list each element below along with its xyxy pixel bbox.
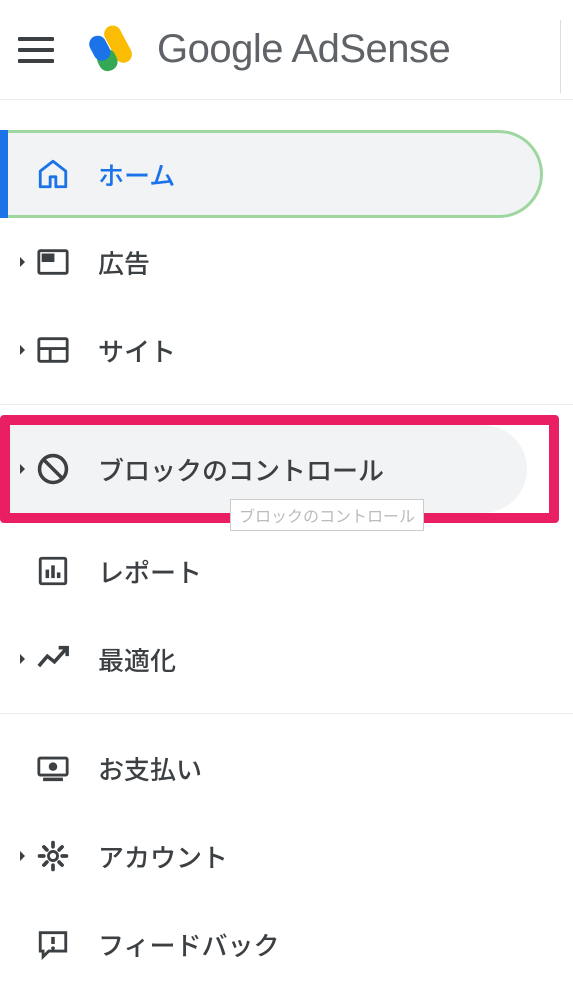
expand-caret-icon[interactable] — [18, 850, 28, 862]
nav-blocking-label: ブロックのコントロール — [98, 451, 384, 488]
nav-separator — [0, 713, 573, 714]
nav-home-label: ホーム — [98, 156, 175, 193]
nav-feedback-label: フィードバック — [98, 926, 279, 963]
expand-caret-icon[interactable] — [18, 463, 28, 475]
nav-optimize[interactable]: 最適化 — [0, 615, 573, 703]
nav-separator — [0, 404, 573, 405]
nav-sites[interactable]: サイト — [0, 306, 573, 394]
nav-ads[interactable]: 広告 — [0, 218, 573, 306]
brand-google: Google — [157, 27, 283, 71]
gear-icon — [36, 839, 70, 873]
blocking-highlight-box: ブロックのコントロール ブロックのコントロール — [0, 415, 559, 523]
nav-optimize-label: 最適化 — [98, 641, 176, 678]
nav-reports-label: レポート — [98, 553, 202, 590]
expand-caret-icon[interactable] — [18, 256, 28, 268]
optimize-icon — [36, 642, 70, 676]
side-nav: ホーム 広告 サイト ブロックのコントロール ブロックのコントロール レポート — [0, 100, 573, 988]
home-icon — [36, 157, 70, 191]
nav-payments[interactable]: お支払い — [0, 724, 573, 812]
expand-caret-icon[interactable] — [18, 653, 28, 665]
nav-feedback[interactable]: フィードバック — [0, 900, 573, 988]
ads-icon — [36, 245, 70, 279]
nav-home[interactable]: ホーム — [0, 130, 543, 218]
header-bar: Google AdSense — [0, 0, 573, 100]
nav-account[interactable]: アカウント — [0, 812, 573, 900]
nav-reports[interactable]: レポート — [0, 527, 573, 615]
expand-caret-icon[interactable] — [18, 344, 28, 356]
nav-ads-label: 広告 — [98, 244, 150, 281]
block-icon — [36, 452, 70, 486]
nav-account-label: アカウント — [98, 838, 228, 875]
nav-payments-label: お支払い — [98, 750, 202, 787]
payments-icon — [36, 751, 70, 785]
adsense-logo-icon — [84, 22, 139, 77]
menu-icon[interactable] — [18, 32, 54, 68]
sites-icon — [36, 333, 70, 367]
feedback-icon — [36, 927, 70, 961]
brand-adsense: AdSense — [283, 27, 450, 71]
brand-text: Google AdSense — [157, 27, 450, 72]
header-divider — [560, 20, 561, 93]
reports-icon — [36, 554, 70, 588]
nav-sites-label: サイト — [98, 332, 176, 369]
